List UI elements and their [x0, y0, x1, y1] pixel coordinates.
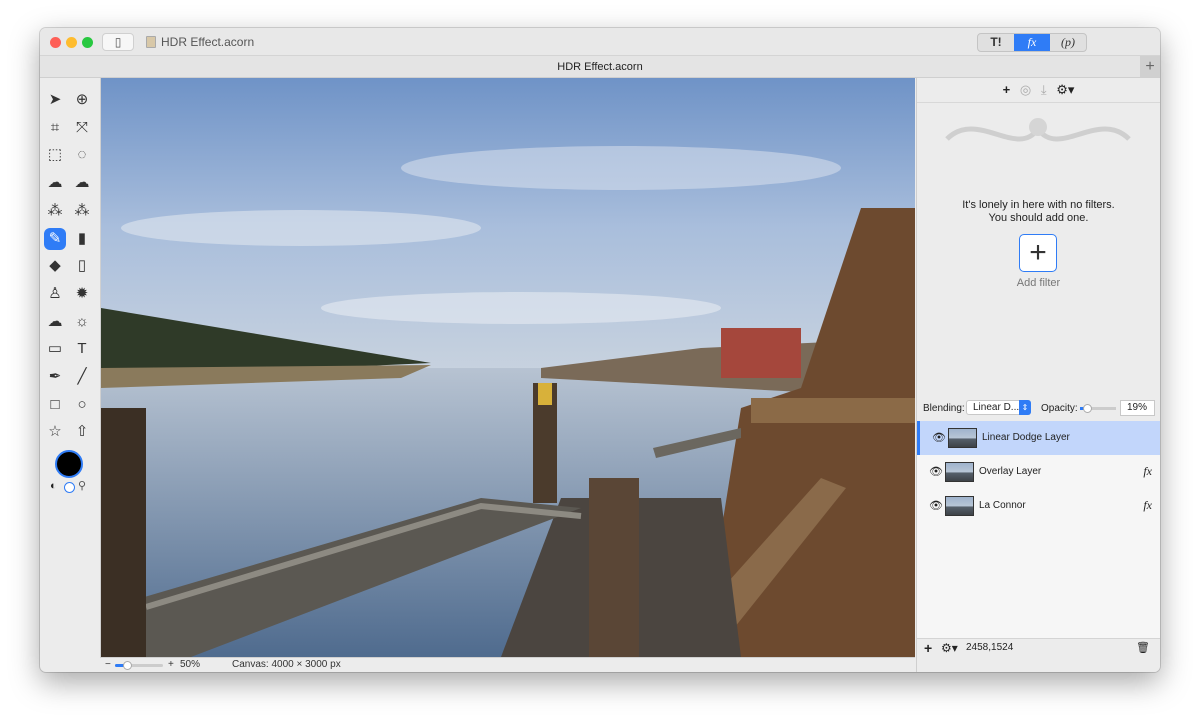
- new-tab-button[interactable]: +: [1140, 56, 1160, 77]
- filter-download-icon[interactable]: ⤓: [1041, 82, 1047, 97]
- circle-tool[interactable]: ○: [71, 394, 93, 416]
- blend-mode-select[interactable]: Linear D... ⇕: [966, 400, 1031, 415]
- close-button[interactable]: [50, 37, 61, 48]
- zoom-in-button[interactable]: +: [168, 658, 174, 672]
- filter-gear-menu[interactable]: ⚙▾: [1056, 82, 1074, 97]
- filters-tab[interactable]: fx: [1014, 34, 1050, 51]
- line-tool[interactable]: ╱: [71, 366, 93, 388]
- pen-tool[interactable]: ✒: [44, 366, 66, 388]
- layer-name: Linear Dodge Layer: [982, 432, 1070, 443]
- image-canvas[interactable]: [101, 78, 915, 657]
- title-bar: ▯ HDR Effect.acorn T! fx (p): [40, 28, 1160, 56]
- resize-tool[interactable]: ⤧: [71, 117, 93, 139]
- filter-preview-icon[interactable]: ◎: [1020, 82, 1031, 97]
- sidebar-toggle-button[interactable]: ▯: [102, 33, 134, 51]
- cursor-coordinates: 2458,1524: [966, 642, 1014, 653]
- text-tool[interactable]: T: [71, 338, 93, 360]
- eye-icon[interactable]: 👁: [932, 431, 946, 444]
- opacity-label: Opacity:: [1041, 403, 1078, 414]
- filters-layers-panel: + ◎ ⤓ ⚙▾ It's lonely in here with no fil…: [916, 78, 1160, 672]
- zoom-out-button[interactable]: −: [105, 658, 111, 672]
- zoom-button[interactable]: [82, 37, 93, 48]
- layers-footer: + ⚙▾ 2458,1524 🗑: [917, 638, 1160, 657]
- app-window: ▯ HDR Effect.acorn T! fx (p) HDR Effect.…: [40, 28, 1160, 672]
- brush-select-tool[interactable]: ⁂: [71, 200, 93, 222]
- document-tab[interactable]: HDR Effect.acorn: [557, 61, 642, 73]
- arrow-shape-tool[interactable]: ⇧: [71, 421, 93, 443]
- empty-line-1: It's lonely in here with no filters.: [962, 199, 1115, 211]
- eye-icon[interactable]: 👁: [929, 499, 943, 512]
- cloud-tool[interactable]: ☁: [44, 311, 66, 333]
- fx-icon[interactable]: fx: [1143, 498, 1152, 513]
- star-tool[interactable]: ☆: [44, 421, 66, 443]
- properties-tab[interactable]: (p): [1050, 34, 1086, 51]
- lasso-tool[interactable]: ☁: [44, 172, 66, 194]
- layer-name: La Connor: [979, 500, 1026, 511]
- magic-wand-tool[interactable]: ⁂: [44, 200, 66, 222]
- fill-tool[interactable]: ◆: [44, 255, 66, 277]
- brush-tool[interactable]: ✎: [44, 227, 66, 250]
- smudge-tool[interactable]: ✹: [71, 283, 93, 305]
- fx-icon[interactable]: fx: [1143, 464, 1152, 479]
- title-text: HDR Effect.acorn: [161, 35, 255, 49]
- minimize-button[interactable]: [66, 37, 77, 48]
- sun-tool[interactable]: ☼: [71, 311, 93, 333]
- arrow-tool[interactable]: ➤: [44, 89, 66, 111]
- blend-mode-value: Linear D...: [973, 402, 1020, 413]
- eraser-tool[interactable]: ▯: [71, 255, 93, 277]
- color-picker-icon[interactable]: ⚲: [78, 479, 86, 492]
- layer-row[interactable]: 👁 Linear Dodge Layer: [917, 421, 1160, 455]
- pencil-tool[interactable]: ▮: [71, 228, 93, 250]
- blending-controls: Blending: Linear D... ⇕ Opacity: 19%: [917, 396, 1160, 421]
- chevron-updown-icon: ⇕: [1019, 400, 1031, 415]
- zoom-slider[interactable]: [115, 661, 163, 670]
- opacity-slider[interactable]: [1080, 404, 1116, 413]
- add-filter-button[interactable]: +: [1019, 234, 1057, 272]
- filter-list: It's lonely in here with no filters. You…: [917, 102, 1160, 394]
- document-tab-bar: HDR Effect.acorn +: [40, 56, 1160, 78]
- opacity-slider-knob[interactable]: [1082, 404, 1092, 413]
- background-color-well[interactable]: [64, 482, 75, 493]
- swap-colors-icon[interactable]: ◐: [50, 480, 57, 492]
- status-bar: − + 50% Canvas: 4000 × 3000 px: [101, 657, 915, 672]
- zoom-level: 50%: [180, 659, 201, 670]
- tool-palette: ◐ ⚲ ➤ ⊕ ⌗ ⤧ ⬚ ◌ ☁ ☁ ⁂ ⁂ ✎ ▮ ◆ ▯ ♙ ✹ ☁ ☼ ▭ T ✒ ╱ □ ○ ☆ ⇧: [40, 78, 101, 658]
- layer-name: Overlay Layer: [979, 466, 1042, 477]
- eye-icon[interactable]: 👁: [929, 465, 943, 478]
- layer-thumbnail: [945, 462, 974, 482]
- crop-tool[interactable]: ⌗: [44, 117, 66, 139]
- photo: [101, 78, 915, 657]
- add-filter-small-button[interactable]: +: [1003, 82, 1011, 97]
- ellipse-select-tool[interactable]: ◌: [71, 144, 93, 166]
- layer-row[interactable]: 👁 Overlay Layer fx: [917, 455, 1160, 489]
- layer-thumbnail: [945, 496, 974, 516]
- rectangle-tool[interactable]: □: [44, 394, 66, 416]
- zoom-tool[interactable]: ⊕: [71, 89, 93, 111]
- gradient-tool[interactable]: ▭: [44, 338, 66, 360]
- trash-icon[interactable]: 🗑: [1136, 639, 1150, 657]
- empty-filters-message: It's lonely in here with no filters. You…: [917, 199, 1160, 225]
- canvas-size: Canvas: 4000 × 3000 px: [232, 659, 341, 670]
- document-title: HDR Effect.acorn: [146, 35, 254, 49]
- layer-row[interactable]: 👁 La Connor fx: [917, 489, 1160, 523]
- blending-label: Blending:: [923, 403, 965, 414]
- foreground-color-well[interactable]: [55, 450, 83, 478]
- tools-tab[interactable]: T!: [978, 34, 1014, 51]
- add-layer-button[interactable]: +: [924, 639, 932, 657]
- rect-select-tool[interactable]: ⬚: [44, 144, 66, 166]
- add-filter-label[interactable]: Add filter: [917, 277, 1160, 289]
- layer-gear-menu[interactable]: ⚙▾: [941, 639, 958, 657]
- empty-line-2: You should add one.: [988, 212, 1089, 224]
- filter-toolbar: + ◎ ⤓ ⚙▾: [917, 82, 1160, 98]
- document-icon: [146, 36, 156, 48]
- clone-stamp-tool[interactable]: ♙: [44, 283, 66, 305]
- polygon-lasso-tool[interactable]: ☁: [71, 172, 93, 194]
- palette-segmented-control[interactable]: T! fx (p): [977, 33, 1087, 52]
- layer-list: 👁 Linear Dodge Layer 👁 Overlay Layer fx 👁 La C…: [917, 421, 1160, 638]
- opacity-field[interactable]: 19%: [1120, 400, 1155, 416]
- layer-thumbnail: [948, 428, 977, 448]
- zoom-slider-knob[interactable]: [123, 661, 132, 670]
- ornament-icon: [945, 118, 1131, 142]
